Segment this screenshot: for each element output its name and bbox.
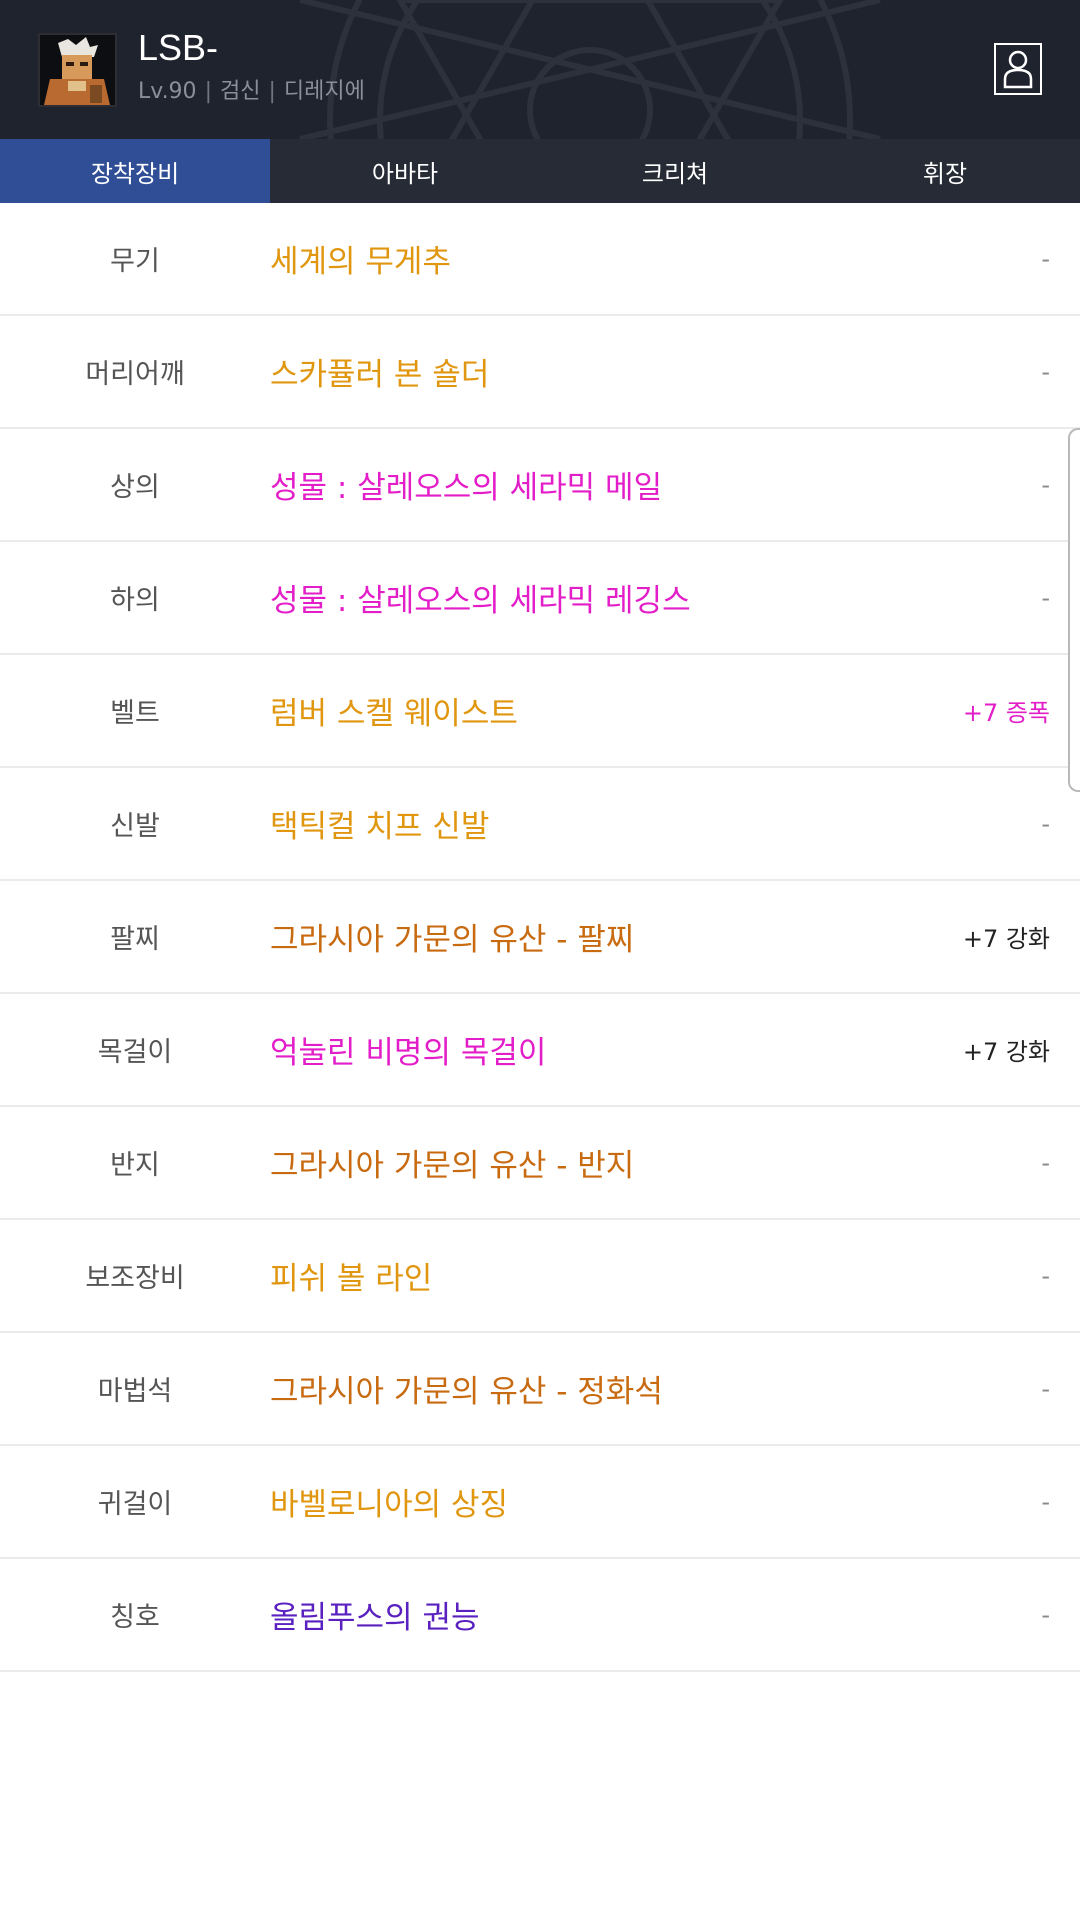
enchant-status: - xyxy=(1041,583,1050,612)
slot-label: 칭호 xyxy=(110,1602,160,1633)
meta-separator: | xyxy=(268,79,276,104)
tab-emblem[interactable]: 휘장 xyxy=(810,139,1080,203)
slot-label: 마법석 xyxy=(97,1376,173,1407)
equipment-tabs: 장착장비 아바타 크리쳐 휘장 xyxy=(0,139,1080,203)
enchant-status: - xyxy=(1041,1261,1050,1290)
item-name[interactable]: 피쉬 볼 라인 xyxy=(270,1253,1080,1298)
slot-label: 하의 xyxy=(110,585,160,616)
character-job: 검신 xyxy=(219,79,261,104)
character-portrait-icon xyxy=(40,35,115,105)
tab-avatar[interactable]: 아바타 xyxy=(270,139,540,203)
item-name[interactable]: 럼버 스켈 웨이스트 xyxy=(270,688,1080,733)
slot-label: 신발 xyxy=(110,811,160,842)
user-profile-icon xyxy=(1003,50,1033,89)
enchant-status: - xyxy=(1041,809,1050,838)
slot-label: 귀걸이 xyxy=(97,1489,173,1520)
equipment-row[interactable]: 신발 택틱컬 치프 신발 - xyxy=(0,768,1080,881)
tab-equipped[interactable]: 장착장비 xyxy=(0,139,270,203)
enchant-status: - xyxy=(1041,1374,1050,1403)
side-drawer-handle[interactable] xyxy=(1068,428,1080,792)
equipment-row[interactable]: 벨트 럼버 스켈 웨이스트 +7 증폭 xyxy=(0,655,1080,768)
item-name[interactable]: 바벨로니아의 상징 xyxy=(270,1479,1080,1524)
enchant-status: - xyxy=(1041,470,1050,499)
tab-creature[interactable]: 크리쳐 xyxy=(540,139,810,203)
item-name[interactable]: 그라시아 가문의 유산 - 팔찌 xyxy=(270,914,1080,959)
slot-label: 팔찌 xyxy=(110,924,160,955)
equipment-row[interactable]: 무기 세계의 무게추 - xyxy=(0,203,1080,316)
character-server: 디레지에 xyxy=(283,79,365,104)
character-name: LSB- xyxy=(138,27,219,68)
enchant-status: +7 증폭 xyxy=(962,699,1050,727)
enchant-status: - xyxy=(1041,1148,1050,1177)
item-name[interactable]: 그라시아 가문의 유산 - 정화석 xyxy=(270,1366,1080,1411)
equipment-row[interactable]: 머리어깨 스카퓰러 본 숄더 - xyxy=(0,316,1080,429)
equipment-row[interactable]: 귀걸이 바벨로니아의 상징 - xyxy=(0,1446,1080,1559)
character-level: Lv.90 xyxy=(138,79,197,104)
enchant-status: +7 강화 xyxy=(962,1038,1050,1066)
item-name[interactable]: 성물 : 살레오스의 세라믹 메일 xyxy=(270,462,1080,507)
item-name[interactable]: 그라시아 가문의 유산 - 반지 xyxy=(270,1140,1080,1185)
slot-label: 목걸이 xyxy=(97,1037,173,1068)
equipment-row[interactable]: 팔찌 그라시아 가문의 유산 - 팔찌 +7 강화 xyxy=(0,881,1080,994)
profile-button[interactable] xyxy=(994,43,1042,95)
enchant-status: +7 강화 xyxy=(962,925,1050,953)
slot-label: 반지 xyxy=(110,1150,160,1181)
slot-label: 보조장비 xyxy=(85,1263,185,1294)
slot-label: 무기 xyxy=(110,246,160,277)
slot-label: 벨트 xyxy=(110,698,160,729)
equipment-row[interactable]: 마법석 그라시아 가문의 유산 - 정화석 - xyxy=(0,1333,1080,1446)
equipment-row[interactable]: 반지 그라시아 가문의 유산 - 반지 - xyxy=(0,1107,1080,1220)
enchant-status: - xyxy=(1041,244,1050,273)
equipment-row[interactable]: 보조장비 피쉬 볼 라인 - xyxy=(0,1220,1080,1333)
slot-label: 상의 xyxy=(110,472,160,503)
enchant-status: - xyxy=(1041,357,1050,386)
equipment-row[interactable]: 칭호 올림푸스의 권능 - xyxy=(0,1559,1080,1672)
equipment-row[interactable]: 상의 성물 : 살레오스의 세라믹 메일 - xyxy=(0,429,1080,542)
equipment-row[interactable]: 하의 성물 : 살레오스의 세라믹 레깅스 - xyxy=(0,542,1080,655)
character-meta: Lv.90 | 검신 | 디레지에 xyxy=(138,77,365,107)
item-name[interactable]: 세계의 무게추 xyxy=(270,236,1080,281)
item-name[interactable]: 스카퓰러 본 숄더 xyxy=(270,349,1080,394)
equipment-list: 무기 세계의 무게추 - 머리어깨 스카퓰러 본 숄더 - 상의 성물 : 살레오스의 세라믹… xyxy=(0,203,1080,1672)
character-avatar xyxy=(38,33,117,107)
equipment-row[interactable]: 목걸이 억눌린 비명의 목걸이 +7 강화 xyxy=(0,994,1080,1107)
item-name[interactable]: 올림푸스의 권능 xyxy=(270,1592,1080,1637)
enchant-status: - xyxy=(1041,1487,1050,1516)
item-name[interactable]: 택틱컬 치프 신발 xyxy=(270,801,1080,846)
character-header: LSB- Lv.90 | 검신 | 디레지에 xyxy=(0,0,1080,139)
slot-label: 머리어깨 xyxy=(85,359,185,390)
item-name[interactable]: 성물 : 살레오스의 세라믹 레깅스 xyxy=(270,575,1080,620)
item-name[interactable]: 억눌린 비명의 목걸이 xyxy=(270,1027,1080,1072)
meta-separator: | xyxy=(204,79,212,104)
enchant-status: - xyxy=(1041,1600,1050,1629)
